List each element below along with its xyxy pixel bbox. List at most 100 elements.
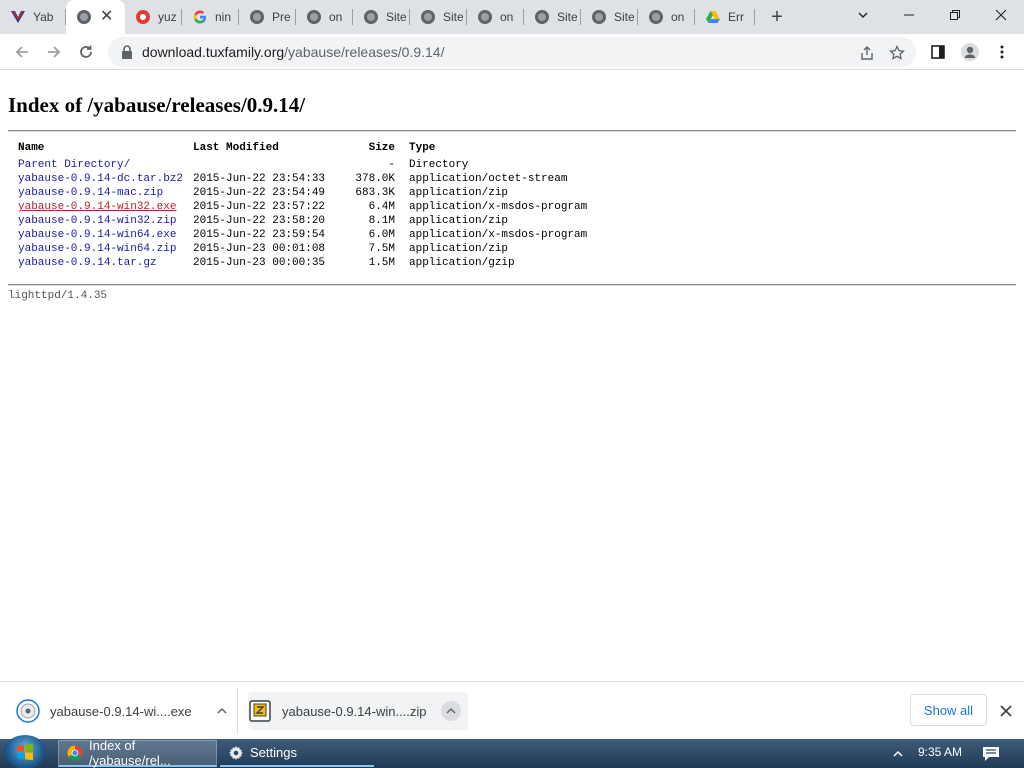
- lock-icon[interactable]: [120, 45, 134, 59]
- tray-chevron-up-icon[interactable]: [888, 744, 908, 764]
- download-item-zip[interactable]: yabause-0.9.14-win....zip: [248, 692, 468, 730]
- tab-site-3[interactable]: Site: [524, 0, 581, 34]
- restore-icon[interactable]: [932, 0, 978, 30]
- directory-listing: Name Last Modified Size Type Parent Dire…: [18, 141, 587, 270]
- size-cell: 6.0M: [368, 229, 395, 241]
- type-cell: application/octet-stream: [409, 173, 568, 185]
- tab-title: Err: [728, 10, 744, 24]
- tab-title: Site: [557, 10, 577, 24]
- tab-drive-error[interactable]: Err: [695, 0, 755, 34]
- profile-avatar-icon[interactable]: [958, 40, 982, 64]
- chevron-up-icon[interactable]: [440, 701, 461, 721]
- modified-cell: 2015-Jun-22 23:54:33: [193, 173, 326, 185]
- menu-kebab-icon[interactable]: [990, 40, 1014, 64]
- minimize-icon[interactable]: [886, 0, 932, 30]
- tab-strip: Yab ✕ yuz nin Pre on Site Site on Site S…: [0, 0, 1024, 34]
- windows-logo-icon: [17, 743, 33, 761]
- side-panel-icon[interactable]: [926, 40, 950, 64]
- globe-icon: [477, 9, 493, 25]
- tab-search-chevron-icon[interactable]: [840, 0, 886, 30]
- back-button[interactable]: [8, 38, 36, 66]
- chevron-up-icon[interactable]: [212, 701, 232, 721]
- clock[interactable]: 9:35 AM: [918, 745, 962, 759]
- tab-current[interactable]: ✕: [66, 0, 125, 34]
- red-circle-icon: [135, 9, 151, 25]
- size-cell: -: [388, 159, 395, 171]
- file-link[interactable]: yabause-0.9.14-win64.exe: [18, 229, 176, 241]
- size-cell: 683.3K: [355, 187, 395, 199]
- address-bar[interactable]: download.tuxfamily.org/yabause/releases/…: [108, 37, 916, 67]
- globe-icon: [363, 9, 379, 25]
- tab-title: Site: [386, 10, 406, 24]
- tab-yuzu[interactable]: yuz: [125, 0, 182, 34]
- notification-icon[interactable]: [980, 743, 1002, 765]
- modified-cell: 2015-Jun-23 00:01:08: [193, 243, 326, 255]
- drive-icon: [705, 9, 721, 25]
- file-link[interactable]: yabause-0.9.14-mac.zip: [18, 187, 163, 199]
- download-item-exe[interactable]: yabause-0.9.14-wi....exe: [16, 692, 232, 730]
- file-link[interactable]: yabause-0.9.14.tar.gz: [18, 257, 157, 269]
- tab-title: Yab: [33, 10, 53, 24]
- taskbar-settings-window[interactable]: Settings: [220, 740, 374, 767]
- gear-icon: [228, 745, 244, 761]
- browser-toolbar: download.tuxfamily.org/yabause/releases/…: [0, 34, 1024, 70]
- type-cell: application/x-msdos-program: [409, 229, 588, 241]
- tab-on-2[interactable]: on: [467, 0, 524, 34]
- chrome-icon: [67, 745, 83, 761]
- globe-icon: [306, 9, 322, 25]
- tab-site-2[interactable]: Site: [410, 0, 467, 34]
- file-link[interactable]: yabause-0.9.14-win32.zip: [18, 215, 176, 227]
- new-tab-button[interactable]: +: [766, 6, 788, 28]
- header-name[interactable]: Name: [18, 141, 193, 155]
- tab-on-1[interactable]: on: [296, 0, 353, 34]
- start-button[interactable]: [4, 735, 46, 768]
- tab-yabause[interactable]: Yab: [0, 0, 66, 34]
- size-cell: 7.5M: [368, 243, 395, 255]
- modified-cell: [193, 158, 338, 172]
- installer-file-icon: [16, 699, 40, 723]
- taskbar-chrome-window[interactable]: Index of /yabause/rel...: [58, 738, 217, 768]
- tab-pre[interactable]: Pre: [239, 0, 296, 34]
- share-icon[interactable]: [858, 44, 876, 62]
- globe-icon: [591, 9, 607, 25]
- modified-cell: 2015-Jun-22 23:54:49: [193, 187, 326, 199]
- tab-google[interactable]: nin: [182, 0, 239, 34]
- globe-icon: [648, 9, 664, 25]
- divider: [8, 284, 1016, 286]
- header-type[interactable]: Type: [409, 141, 435, 155]
- tab-title: nin: [215, 10, 232, 24]
- tab-title: on: [329, 10, 343, 24]
- listing-header: Name Last Modified Size Type: [18, 141, 587, 155]
- close-tab-icon[interactable]: ✕: [100, 9, 113, 25]
- file-link[interactable]: yabause-0.9.14-dc.tar.bz2: [18, 173, 183, 185]
- task-label: Index of /yabause/rel...: [89, 738, 171, 768]
- reload-button[interactable]: [72, 38, 100, 66]
- globe-icon: [249, 9, 265, 25]
- type-cell: application/gzip: [409, 257, 515, 269]
- download-shelf: yabause-0.9.14-wi....exe yabause-0.9.14-…: [0, 681, 1024, 739]
- parent-directory-link[interactable]: Parent Directory/: [18, 159, 130, 171]
- table-row: yabause-0.9.14-dc.tar.bz2 2015-Jun-22 23…: [18, 172, 587, 186]
- tab-on-3[interactable]: on: [638, 0, 695, 34]
- close-shelf-icon[interactable]: [995, 700, 1017, 722]
- size-cell: 1.5M: [368, 257, 395, 269]
- header-size[interactable]: Size: [338, 141, 395, 155]
- header-modified[interactable]: Last Modified: [193, 141, 338, 155]
- download-filename: yabause-0.9.14-wi....exe: [50, 703, 192, 719]
- tab-title: Site: [443, 10, 463, 24]
- bookmark-star-icon[interactable]: [888, 44, 906, 62]
- forward-button[interactable]: [40, 38, 68, 66]
- type-cell: Directory: [409, 159, 469, 171]
- file-link[interactable]: yabause-0.9.14-win64.zip: [18, 243, 176, 255]
- show-all-button[interactable]: Show all: [910, 694, 987, 726]
- table-row: yabause-0.9.14-win32.exe 2015-Jun-22 23:…: [18, 200, 587, 214]
- tab-title: on: [671, 10, 685, 24]
- table-row: yabause-0.9.14-win64.exe 2015-Jun-22 23:…: [18, 228, 587, 242]
- type-cell: application/zip: [409, 243, 509, 255]
- divider: [8, 130, 1016, 132]
- file-link-visited[interactable]: yabause-0.9.14-win32.exe: [18, 201, 176, 213]
- window-close-icon[interactable]: [978, 0, 1024, 30]
- tab-site-4[interactable]: Site: [581, 0, 638, 34]
- tab-site-1[interactable]: Site: [353, 0, 410, 34]
- type-cell: application/zip: [409, 215, 509, 227]
